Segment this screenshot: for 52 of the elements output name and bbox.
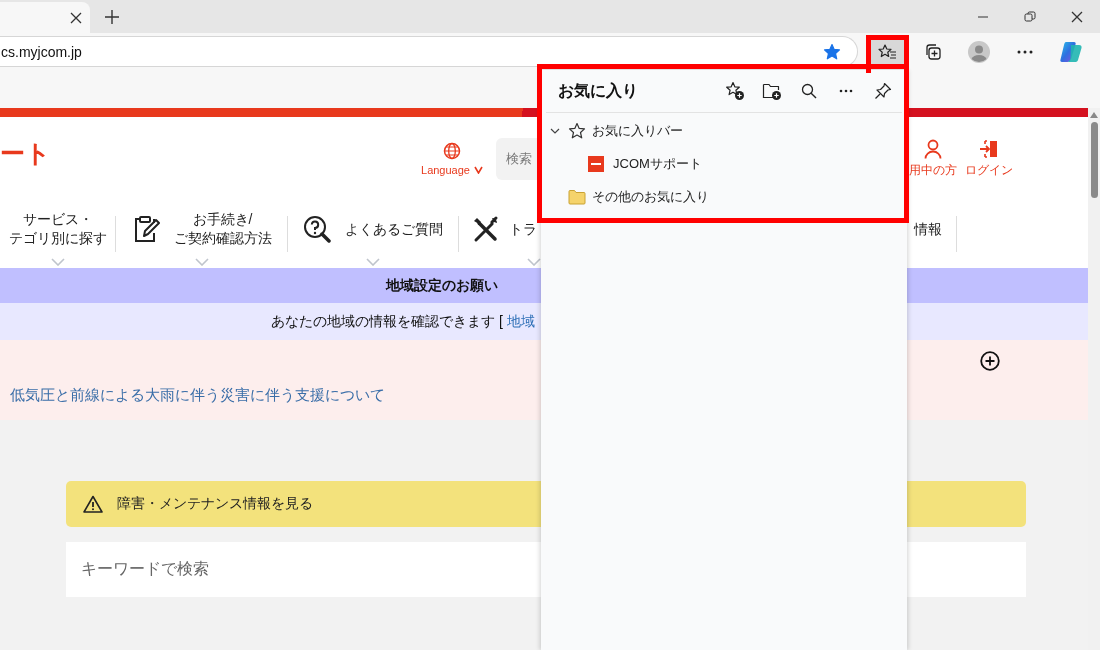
nav-menu-item[interactable]: サービス・ テゴリ別に探す [0, 200, 115, 268]
person-icon [924, 138, 942, 159]
more-icon[interactable] [839, 89, 853, 93]
nav-label: トラ [509, 219, 537, 239]
notice-text: あなたの地域の情報を確認できます [ [271, 312, 503, 331]
close-icon[interactable] [70, 11, 82, 24]
region-link[interactable]: 地域 [506, 312, 535, 331]
url-text: cs.myjcom.jp [1, 43, 82, 60]
expand-icon[interactable] [980, 351, 1000, 371]
maintenance-label: 障害・メンテナンス情報を見る [117, 495, 313, 513]
favorites-icon [876, 42, 897, 61]
favicon-icon [588, 155, 604, 172]
new-tab-icon[interactable] [104, 8, 120, 25]
pin-icon[interactable] [874, 82, 892, 100]
nav-label: 情報 [914, 219, 942, 239]
address-bar[interactable]: cs.myjcom.jp [0, 36, 858, 67]
login-icon [979, 138, 999, 159]
copilot-icon [1058, 40, 1083, 63]
favorite-star-icon[interactable] [823, 42, 841, 61]
star-icon [568, 121, 586, 140]
restore-icon[interactable] [1023, 10, 1036, 23]
scroll-up-icon[interactable] [1090, 112, 1098, 118]
folder-icon [568, 188, 586, 205]
favorite-label: JCOMサポート [613, 154, 702, 173]
nav-label: サービス・ テゴリ別に探す [8, 210, 107, 248]
favorite-label: その他のお気に入り [592, 187, 709, 206]
favorite-item[interactable]: お気に入りバー [546, 114, 902, 147]
member-link[interactable]: 用中の方 [907, 138, 959, 179]
nav-menu-item[interactable]: お手続き/ ご契約確認方法 [116, 200, 287, 268]
more-icon [1016, 49, 1033, 54]
language-button[interactable]: Language [417, 141, 487, 176]
nav-label: お手続き/ ご契約確認方法 [173, 210, 272, 248]
favorite-label: お気に入りバー [592, 121, 683, 140]
close-icon[interactable] [1070, 10, 1083, 23]
chevron-down-icon [473, 165, 483, 174]
nav-menu-item[interactable]: よくあるご質問 [288, 200, 458, 268]
globe-icon [443, 141, 461, 160]
scrollbar-thumb[interactable] [1090, 122, 1098, 198]
nav-label: よくあるご質問 [345, 219, 443, 239]
login-link[interactable]: ログイン [963, 138, 1015, 179]
add-folder-icon[interactable] [762, 81, 782, 101]
notice-title: 地域設定のお願い [386, 276, 498, 295]
collections-icon [923, 42, 942, 61]
favorite-item[interactable]: その他のお気に入り [546, 180, 902, 213]
panel-title: お気に入り [558, 80, 638, 101]
profile-icon [967, 40, 990, 63]
search-icon[interactable] [801, 83, 817, 99]
question-search-icon [303, 215, 331, 243]
add-favorite-icon[interactable] [725, 81, 745, 101]
warning-icon [83, 495, 103, 513]
site-logo-text: ート [0, 138, 52, 169]
favorite-item[interactable]: JCOMサポート [546, 147, 902, 180]
